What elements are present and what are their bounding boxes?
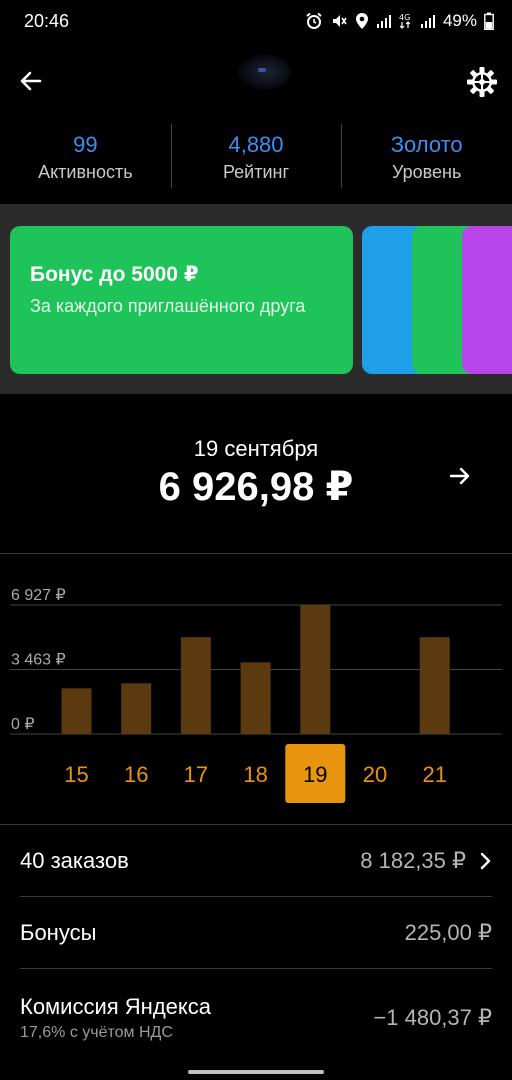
promo-carousel[interactable]: Бонус до 5000 ₽ За каждого приглашённого…	[0, 204, 512, 394]
day-button-17[interactable]: 17	[184, 762, 208, 787]
svg-text:4G: 4G	[399, 13, 410, 22]
x-tick-label: 18	[243, 762, 267, 787]
y-tick-label: 0 ₽	[11, 716, 35, 733]
commission-row: Комиссия Яндекса 17,6% с учётом НДС −1 4…	[20, 988, 492, 1048]
y-tick-label: 3 463 ₽	[11, 652, 66, 669]
signal-icon-2	[420, 15, 435, 28]
chart-bar[interactable]	[121, 683, 152, 734]
chart-bar[interactable]	[300, 605, 331, 734]
earnings-chart-svg: 6 927 ₽ 3 463 ₽ 0 ₽ 15 16 17 18 19 20 21	[10, 587, 502, 803]
chart-bar[interactable]	[419, 637, 450, 734]
status-icons: 4G 49%	[305, 9, 494, 33]
chevron-right-icon	[480, 852, 491, 870]
commission-label: Комиссия Яндекса	[20, 994, 211, 1019]
commission-label-group: Комиссия Яндекса 17,6% с учётом НДС	[20, 994, 211, 1042]
stat-level-value: Золото	[390, 132, 463, 158]
promo-card-peek-purple[interactable]	[462, 226, 512, 374]
day-button-16[interactable]: 16	[124, 762, 148, 787]
stat-level[interactable]: Золото Уровень	[341, 124, 512, 192]
x-tick-label: 19	[303, 762, 327, 787]
x-tick-label: 16	[124, 762, 148, 787]
commission-value: −1 480,37 ₽	[373, 1005, 492, 1030]
promo-subtitle: За каждого приглашённого друга	[30, 296, 306, 316]
y-tick-label: 6 927 ₽	[11, 587, 66, 604]
orders-value: 8 182,35 ₽	[360, 848, 466, 873]
earnings-date: 19 сентября	[193, 436, 319, 461]
x-tick-label: 17	[184, 762, 208, 787]
battery-icon	[484, 12, 494, 30]
chart-bar[interactable]	[180, 637, 211, 734]
day-button-15[interactable]: 15	[64, 762, 88, 787]
4g-icon: 4G	[399, 13, 411, 29]
divider	[0, 824, 512, 825]
home-indicator[interactable]	[188, 1070, 324, 1074]
top-bar	[0, 50, 512, 114]
commission-sublabel: 17,6% с учётом НДС	[20, 1024, 173, 1041]
alarm-icon	[306, 12, 322, 29]
orders-value-wrap: 8 182,35 ₽	[360, 848, 492, 874]
bonuses-label: Бонусы	[20, 920, 97, 945]
divider	[20, 968, 492, 969]
signal-icon	[376, 15, 391, 28]
battery-percent: 49%	[442, 11, 477, 30]
earnings-amount: 6 926,98 ₽	[158, 465, 354, 509]
earnings-summary: 19 сентября 6 926,98 ₽	[0, 394, 512, 554]
stat-rating-value: 4,880	[228, 132, 284, 158]
stat-activity-value: 99	[73, 132, 98, 158]
divider	[20, 896, 492, 897]
chart-bar[interactable]	[61, 688, 92, 734]
day-button-20[interactable]: 20	[363, 762, 387, 787]
chart-bar[interactable]	[240, 662, 271, 734]
stat-activity[interactable]: 99 Активность	[0, 124, 171, 192]
status-bar: 20:46 4G 49%	[0, 0, 512, 44]
earnings-chart: 6 927 ₽ 3 463 ₽ 0 ₽ 15 16 17 18 19 20 21	[0, 560, 512, 810]
day-button-21[interactable]: 21	[422, 762, 446, 787]
bonuses-value: 225,00 ₽	[404, 920, 492, 945]
stat-activity-label: Активность	[38, 161, 133, 182]
x-tick-label: 21	[422, 762, 446, 787]
avatar[interactable]	[238, 54, 290, 90]
stat-level-label: Уровень	[392, 161, 462, 182]
back-button[interactable]	[14, 64, 48, 98]
stats-bar: 99 Активность 4,880 Рейтинг Золото Урове…	[0, 124, 512, 192]
mute-icon	[332, 15, 347, 27]
stat-rating-label: Рейтинг	[222, 161, 290, 182]
x-tick-label: 20	[363, 762, 387, 787]
orders-label: 40 заказов	[20, 848, 129, 873]
promo-title: Бонус до 5000 ₽	[30, 263, 199, 286]
location-icon	[355, 13, 368, 29]
divider	[0, 553, 512, 554]
promo-card-referral[interactable]: Бонус до 5000 ₽ За каждого приглашённого…	[10, 226, 353, 374]
arrow-right-icon	[449, 467, 470, 485]
next-day-button[interactable]	[444, 460, 476, 492]
arrow-left-icon	[20, 71, 42, 91]
stat-rating[interactable]: 4,880 Рейтинг	[170, 124, 342, 192]
settings-button[interactable]	[464, 64, 500, 100]
bonuses-row: Бонусы 225,00 ₽	[20, 908, 492, 958]
day-button-18[interactable]: 18	[243, 762, 267, 787]
day-button-19[interactable]: 19	[285, 744, 346, 803]
x-tick-label: 15	[64, 762, 88, 787]
status-time: 20:46	[24, 11, 70, 31]
gear-icon	[467, 67, 497, 97]
orders-row[interactable]: 40 заказов 8 182,35 ₽	[20, 836, 492, 886]
